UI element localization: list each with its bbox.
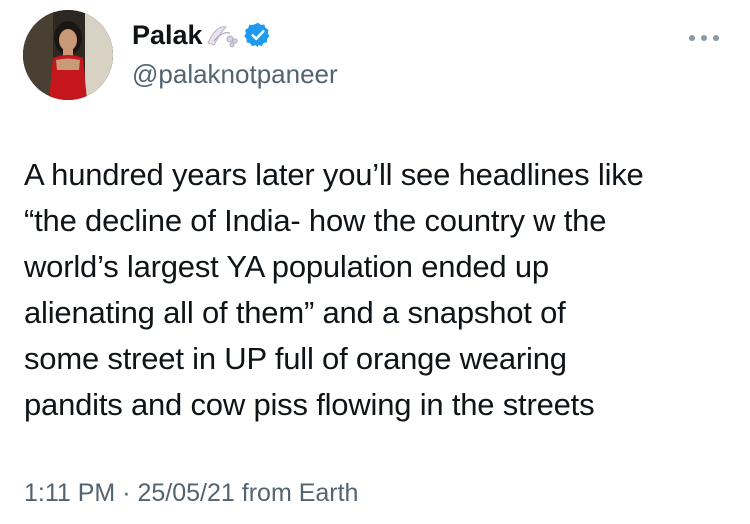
meta-separator: · <box>122 479 131 507</box>
tweet-date[interactable]: 25/05/21 <box>137 479 234 507</box>
tweet-metadata: 1:11 PM · 25/05/21 from Earth <box>24 477 358 509</box>
flower-decoration-icon <box>206 21 240 49</box>
verified-badge-icon <box>243 21 272 49</box>
author-name-row[interactable]: Palak <box>132 18 272 52</box>
more-options-icon[interactable] <box>684 30 724 46</box>
tweet-time[interactable]: 1:11 PM <box>24 479 115 507</box>
tweet-text: A hundred years later you’ll see headlin… <box>24 157 644 422</box>
display-name[interactable]: Palak <box>132 18 203 52</box>
tweet-source: from Earth <box>241 479 359 507</box>
avatar[interactable] <box>23 10 113 100</box>
author-handle[interactable]: @palaknotpaneer <box>132 58 338 90</box>
tweet-card: Palak @palaknotpaneer A hundred years la… <box>0 0 750 524</box>
